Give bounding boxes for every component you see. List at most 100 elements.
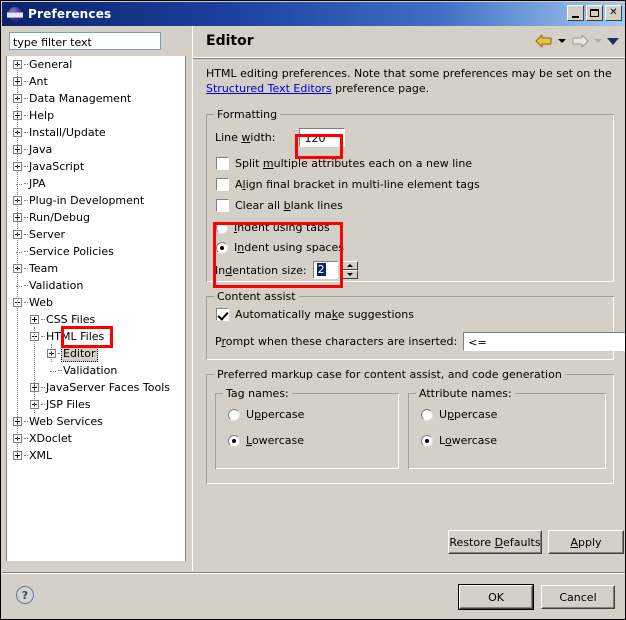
sidebar-item-xml[interactable]: XML [6, 447, 186, 464]
tag-names-group-title: Tag names: [223, 387, 292, 400]
restore-defaults-button[interactable]: Restore Defaults [448, 530, 542, 554]
prompt-characters-row: Prompt when these characters are inserte… [215, 332, 625, 351]
align-bracket-row[interactable]: Align final bracket in multi-line elemen… [216, 178, 480, 191]
clear-blank-lines-row[interactable]: Clear all blank lines [216, 199, 343, 212]
sidebar-item-install-update[interactable]: Install/Update [6, 124, 186, 141]
sidebar-item-label: Ant [29, 74, 48, 88]
sidebar-item-web[interactable]: Web [6, 294, 186, 311]
filter-input[interactable] [9, 32, 161, 50]
sidebar-item-run-debug[interactable]: Run/Debug [6, 209, 186, 226]
tag-lowercase-row[interactable]: Lowercase [228, 434, 304, 447]
tree-leaf-marker [47, 366, 56, 375]
tree-connector [24, 166, 28, 167]
sidebar-item-css-files[interactable]: CSS Files [6, 311, 186, 328]
forward-history-chevron-down-icon [594, 39, 602, 43]
sidebar-item-html-files[interactable]: HTML Files [6, 328, 186, 345]
attribute-uppercase-row[interactable]: Uppercase [421, 408, 497, 421]
page-header: Editor [193, 26, 625, 59]
maximize-button[interactable] [586, 5, 603, 21]
sidebar-item-ant[interactable]: Ant [6, 73, 186, 90]
indentation-size-stepper[interactable]: 2 [312, 261, 358, 279]
close-button[interactable]: ✕ [605, 5, 622, 21]
tree-connector [41, 387, 45, 388]
tag-names-group: Tag names: Uppercase Lowercase [215, 387, 399, 469]
sidebar-item-label: CSS Files [46, 312, 96, 326]
apply-button[interactable]: Apply [548, 530, 624, 554]
line-width-row: Line width: [215, 128, 346, 147]
sidebar-item-service-policies[interactable]: Service Policies [6, 243, 186, 260]
sidebar-item-label: Editor [61, 345, 98, 362]
tree-connector [24, 421, 28, 422]
tree-connector [24, 268, 28, 269]
attribute-uppercase-radio[interactable] [421, 408, 433, 421]
sidebar-item-server[interactable]: Server [6, 226, 186, 243]
sidebar-item-validation[interactable]: Validation [6, 277, 186, 294]
prompt-characters-label: Prompt when these characters are inserte… [215, 335, 458, 348]
indentation-size-input[interactable]: 2 [312, 261, 338, 279]
content-assist-group-title: Content assist [214, 290, 299, 303]
formatting-group-title: Formatting [214, 108, 281, 121]
tag-uppercase-row[interactable]: Uppercase [228, 408, 304, 421]
sidebar-item-data-management[interactable]: Data Management [6, 90, 186, 107]
tree-connector [24, 132, 28, 133]
sidebar-item-web-services[interactable]: Web Services [6, 413, 186, 430]
sidebar-item-editor[interactable]: Editor [6, 345, 186, 362]
auto-suggestions-label: Automatically make suggestions [235, 308, 414, 321]
help-icon[interactable]: ? [16, 586, 34, 604]
sidebar-item-general[interactable]: General [6, 56, 186, 73]
tag-lowercase-radio[interactable] [228, 434, 240, 447]
expand-icon[interactable] [30, 315, 39, 324]
back-history-chevron-down-icon[interactable] [558, 39, 566, 43]
tree-connector [24, 183, 28, 184]
tree-connector [41, 336, 45, 337]
restore-defaults-label: Restore Defaults [449, 535, 541, 549]
page-description: HTML editing preferences. Note that some… [206, 66, 614, 96]
minimize-button[interactable] [567, 5, 584, 21]
tree-connector [24, 200, 28, 201]
clear-blank-lines-checkbox[interactable] [216, 199, 229, 212]
sidebar-item-javascript[interactable]: JavaScript [6, 158, 186, 175]
tag-uppercase-radio[interactable] [228, 408, 240, 421]
sidebar-item-team[interactable]: Team [6, 260, 186, 277]
sidebar-item-jpa[interactable]: JPA [6, 175, 186, 192]
sidebar-item-label: HTML Files [46, 329, 105, 343]
align-bracket-checkbox[interactable] [216, 178, 229, 191]
line-width-label: Line width: [215, 131, 276, 144]
sidebar-item-java[interactable]: Java [6, 141, 186, 158]
preferences-tree[interactable]: General Ant Data Management Help Install/Upd… [6, 56, 186, 561]
indent-spaces-row[interactable]: Indent using spaces [216, 241, 344, 254]
indent-using-tabs-radio[interactable] [216, 221, 228, 234]
back-arrow-icon[interactable] [535, 34, 553, 48]
split-attributes-checkbox[interactable] [216, 157, 229, 170]
ok-button[interactable]: OK [458, 584, 534, 610]
auto-suggestions-row[interactable]: Automatically make suggestions [216, 308, 414, 321]
sidebar-item-plug-in-development[interactable]: Plug-in Development [6, 192, 186, 209]
page-menu-chevron-down-icon[interactable] [607, 37, 619, 45]
page-nav-tools [535, 34, 619, 48]
tree-connector [24, 455, 28, 456]
sidebar-item-validation[interactable]: Validation [6, 362, 186, 379]
sidebar-item-xdoclet[interactable]: XDoclet [6, 430, 186, 447]
sidebar-item-label: Validation [63, 363, 118, 377]
indentation-size-decrement[interactable] [341, 270, 358, 279]
preferences-tree-pane: General Ant Data Management Help Install/Upd… [2, 26, 189, 571]
tree-trunk-line [51, 344, 52, 362]
split-attributes-row[interactable]: Split multiple attributes each on a new … [216, 157, 472, 170]
indent-tabs-row[interactable]: Indent using tabs [216, 221, 330, 234]
sidebar-item-label: Install/Update [29, 125, 106, 139]
sidebar-item-jsp-files[interactable]: JSP Files [6, 396, 186, 413]
indentation-size-increment[interactable] [341, 261, 358, 270]
prompt-characters-input[interactable] [463, 332, 625, 351]
tree-connector [24, 81, 28, 82]
ok-label: OK [488, 590, 504, 604]
attribute-lowercase-row[interactable]: Lowercase [421, 434, 497, 447]
attribute-lowercase-radio[interactable] [421, 434, 433, 447]
line-width-input[interactable] [299, 128, 346, 147]
cancel-button[interactable]: Cancel [541, 585, 615, 609]
auto-suggestions-checkbox[interactable] [216, 308, 229, 321]
structured-text-editors-link[interactable]: Structured Text Editors [206, 82, 332, 95]
indent-using-spaces-radio[interactable] [216, 241, 228, 254]
sidebar-item-help[interactable]: Help [6, 107, 186, 124]
sidebar-item-javaserver-faces-tools[interactable]: JavaServer Faces Tools [6, 379, 186, 396]
sidebar-item-label: JPA [29, 176, 46, 190]
